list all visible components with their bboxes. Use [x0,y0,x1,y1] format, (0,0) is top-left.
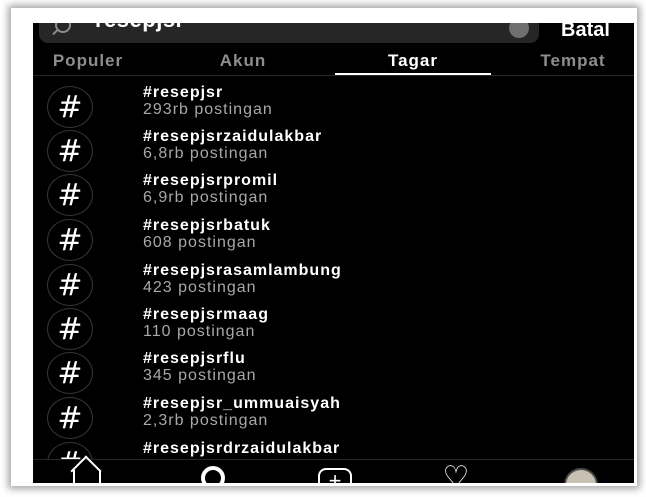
cancel-button[interactable]: Batal [561,23,610,42]
hashtag-name: #resepjsrzaidulakbar [143,128,323,145]
search-icon [201,466,225,483]
active-tab-indicator [335,73,491,75]
hashtag-icon: # [47,264,93,306]
hashtag-result-row[interactable]: # #resepjsrbatuk 608 postingan [33,213,634,261]
tab-populer[interactable]: Populer [43,50,133,75]
hashtag-result-row[interactable]: # #resepjsrzaidulakbar 6,8rb postingan [33,124,634,172]
hashtag-post-count: 608 postingan [143,234,257,251]
nav-search[interactable] [193,464,233,483]
hashtag-result-row[interactable]: # #resepjsrmaag 110 postingan [33,302,634,350]
hashtag-name: #resepjsrasamlambung [143,262,342,279]
search-bar[interactable]: resepjsr [39,23,539,43]
hashtag-icon: # [47,174,93,216]
hashtag-name: #resepjsrflu [143,350,246,367]
hashtag-name: #resepjsrdrzaidulakbar [143,440,341,457]
clear-search-icon[interactable] [509,23,529,38]
hashtag-icon: # [47,308,93,350]
hashtag-post-count: 293rb postingan [143,101,273,118]
hashtag-name: #resepjsrpromil [143,172,279,189]
nav-activity[interactable]: ♡ [437,461,477,484]
add-post-icon: + [318,468,352,483]
bottom-navigation-bar: + ♡ [33,459,634,483]
hashtag-icon: # [47,219,93,261]
hashtag-post-count: 423 postingan [143,279,257,296]
nav-profile[interactable] [560,464,600,483]
profile-avatar [564,468,598,483]
hashtag-name: #resepjsr_ummuaisyah [143,395,341,412]
search-input[interactable]: resepjsr [95,23,185,33]
tab-divider [33,75,634,76]
hashtag-result-row[interactable]: # #resepjsrpromil 6,9rb postingan [33,168,634,216]
nav-home[interactable] [66,464,106,483]
search-tabs: Populer Akun Tagar Tempat [33,50,634,78]
hashtag-name: #resepjsrbatuk [143,217,271,234]
hashtag-result-row[interactable]: # #resepjsr 293rb postingan [33,80,634,128]
hashtag-result-row[interactable]: # #resepjsrasamlambung 423 postingan [33,258,634,306]
app-screen: resepjsr Batal Populer Akun Tagar Tempat… [33,23,634,483]
hashtag-icon: # [47,397,93,439]
tab-tempat[interactable]: Tempat [523,50,623,75]
hashtag-icon: # [47,352,93,394]
search-icon [55,23,71,33]
hashtag-icon: # [47,130,93,172]
tab-akun[interactable]: Akun [208,50,278,75]
hashtag-post-count: 2,3rb postingan [143,412,269,429]
nav-add-post[interactable]: + [312,464,352,483]
hashtag-result-row[interactable]: # #resepjsr_ummuaisyah 2,3rb postingan [33,391,634,439]
hashtag-post-count: 345 postingan [143,367,257,384]
home-icon [73,470,101,483]
hashtag-result-row[interactable]: # #resepjsrflu 345 postingan [33,346,634,394]
tab-tagar[interactable]: Tagar [368,50,458,75]
hashtag-post-count: 6,8rb postingan [143,145,269,162]
hashtag-name: #resepjsrmaag [143,306,269,323]
heart-icon: ♡ [442,461,470,484]
hashtag-icon: # [47,86,93,128]
hashtag-post-count: 110 postingan [143,323,256,340]
hashtag-name: #resepjsr [143,84,224,101]
hashtag-post-count: 6,9rb postingan [143,189,269,206]
